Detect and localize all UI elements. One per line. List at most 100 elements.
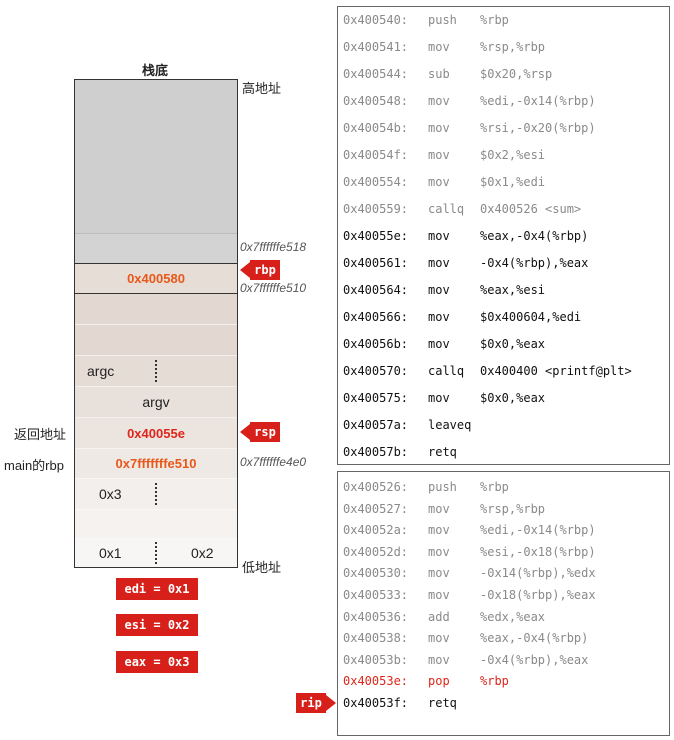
code-line: 0x400541: mov %rsp,%rbp <box>338 40 668 56</box>
code-line: 0x400561: mov -0x4(%rbp),%eax <box>338 256 668 272</box>
code-op: mov <box>428 337 450 351</box>
return-address-label: 返回地址 <box>14 427 67 442</box>
code-line: 0x400559: callq 0x400526 <sum> <box>338 202 668 218</box>
code-op: add <box>428 609 450 624</box>
code-op: mov <box>428 148 450 162</box>
code-addr: 0x40054b: <box>343 121 409 135</box>
code-addr: 0x40053f: <box>343 696 409 710</box>
stack-slot-x1-x2: 0x1 0x2 <box>75 539 237 567</box>
code-args: 0x400526 <sum> <box>480 202 582 216</box>
code-addr: 0x400536: <box>343 609 409 624</box>
code-args: -0x4(%rbp),%eax <box>480 256 589 270</box>
rsp-pointer: rsp <box>240 422 280 442</box>
code-addr: 0x400548: <box>343 94 409 108</box>
code-line: 0x400533: mov -0x18(%rbp),%eax <box>338 588 668 604</box>
code-op: mov <box>428 283 450 297</box>
stack-column: 0x400580 argc argv 0x40055e 0x7fffffffe5… <box>74 79 238 568</box>
code-args: -0x18(%rbp),%eax <box>480 588 596 602</box>
code-op: mov <box>428 501 450 516</box>
address-label-518: 0x7ffffffe518 <box>240 240 307 254</box>
code-addr: 0x40056b: <box>343 337 409 351</box>
code-op: mov <box>428 523 450 538</box>
saved-rbp-value: 0x400580 <box>127 271 185 286</box>
register-esi: esi = 0x2 <box>116 614 198 636</box>
code-args: %rsi,-0x20(%rbp) <box>480 121 596 135</box>
code-line: 0x400554: mov $0x1,%edi <box>338 175 668 191</box>
address-label-510: 0x7ffffffe510 <box>240 281 307 295</box>
code-op: retq <box>428 696 457 710</box>
main-rbp-label: main的rbp <box>4 458 64 473</box>
code-args: %rsp,%rbp <box>480 40 546 54</box>
code-addr: 0x40055e: <box>343 229 409 243</box>
code-args: %rbp <box>480 13 509 27</box>
code-op: mov <box>428 391 450 405</box>
code-op: callq <box>428 202 465 216</box>
code-args: $0x2,%esi <box>480 148 546 162</box>
code-line: 0x400527: mov %rsp,%rbp <box>338 502 668 518</box>
stack-slot-argc: argc <box>75 356 237 387</box>
code-op: mov <box>428 229 450 243</box>
code-args: %edi,-0x14(%rbp) <box>480 94 596 108</box>
code-addr: 0x400540: <box>343 13 409 27</box>
code-op: mov <box>428 631 450 646</box>
code-line: 0x400548: mov %edi,-0x14(%rbp) <box>338 94 668 110</box>
code-line: 0x400544: sub $0x20,%rsp <box>338 67 668 83</box>
low-address-label: 低地址 <box>242 560 282 575</box>
main-rbp-value: 0x7fffffffe510 <box>115 456 197 471</box>
stack-region-unused <box>75 80 237 233</box>
sum-disassembly-panel: 0x400526: push %rbp 0x400527: mov %rsp,%rbp 0x… <box>337 471 670 736</box>
code-line: 0x40053b: mov -0x4(%rbp),%eax <box>338 653 668 669</box>
code-addr: 0x40057b: <box>343 445 409 459</box>
code-args: $0x20,%rsp <box>480 67 553 81</box>
stack-slot-518 <box>75 233 237 263</box>
code-op: pop <box>428 674 450 689</box>
main-disassembly-panel: 0x400540: push %rbp 0x400541: mov %rsp,%rbp 0x… <box>337 6 670 465</box>
code-op: mov <box>428 121 450 135</box>
code-addr: 0x40052d: <box>343 544 409 559</box>
code-op: mov <box>428 544 450 559</box>
code-addr: 0x400570: <box>343 364 409 378</box>
code-args: -0x14(%rbp),%edx <box>480 566 596 581</box>
stack-slot-saved-rbp: 0x400580 <box>75 263 237 294</box>
code-addr: 0x400554: <box>343 175 409 189</box>
x3-value: 0x3 <box>99 486 122 502</box>
code-line: 0x400575: mov $0x0,%eax <box>338 391 668 407</box>
code-line: 0x400566: mov $0x400604,%edi <box>338 310 668 326</box>
x1-x2-divider <box>155 542 157 564</box>
stack-slot-b <box>75 325 237 356</box>
code-line: 0x40052a: mov %edi,-0x14(%rbp) <box>338 523 668 539</box>
code-addr: 0x400575: <box>343 391 409 405</box>
code-args: %edx,%eax <box>480 609 546 624</box>
code-op: push <box>428 13 457 27</box>
code-addr: 0x400559: <box>343 202 409 216</box>
code-line: 0x40054b: mov %rsi,-0x20(%rbp) <box>338 121 668 137</box>
stack-slot-empty <box>75 510 237 539</box>
code-line: 0x400570: callq 0x400400 <printf@plt> <box>338 364 668 380</box>
code-line: 0x400536: add %edx,%eax <box>338 610 668 626</box>
code-line: 0x400530: mov -0x14(%rbp),%edx <box>338 566 668 582</box>
code-args: %eax,-0x4(%rbp) <box>480 229 589 243</box>
code-args: %edi,-0x14(%rbp) <box>480 523 596 538</box>
code-args: $0x0,%eax <box>480 391 546 405</box>
code-line: 0x40056b: mov $0x0,%eax <box>338 337 668 353</box>
code-line: 0x400526: push %rbp <box>338 480 668 496</box>
code-op: mov <box>428 566 450 581</box>
stack-slot-argv: argv <box>75 387 237 418</box>
code-line: 0x40055e: mov %eax,-0x4(%rbp) <box>338 229 668 245</box>
x2-value: 0x2 <box>191 545 214 561</box>
code-op: mov <box>428 94 450 108</box>
stack-slot-return-addr: 0x40055e <box>75 418 237 449</box>
code-op: mov <box>428 256 450 270</box>
code-addr: 0x400538: <box>343 631 409 646</box>
code-op: sub <box>428 67 450 81</box>
code-line: 0x40054f: mov $0x2,%esi <box>338 148 668 164</box>
code-op: mov <box>428 652 450 667</box>
code-addr: 0x400564: <box>343 283 409 297</box>
code-op: leaveq <box>428 418 472 432</box>
code-line: 0x40052d: mov %esi,-0x18(%rbp) <box>338 545 668 561</box>
code-addr: 0x400561: <box>343 256 409 270</box>
code-args: %rsp,%rbp <box>480 501 546 516</box>
code-addr: 0x400533: <box>343 588 409 602</box>
x1-value: 0x1 <box>99 545 122 561</box>
register-eax: eax = 0x3 <box>116 651 198 673</box>
